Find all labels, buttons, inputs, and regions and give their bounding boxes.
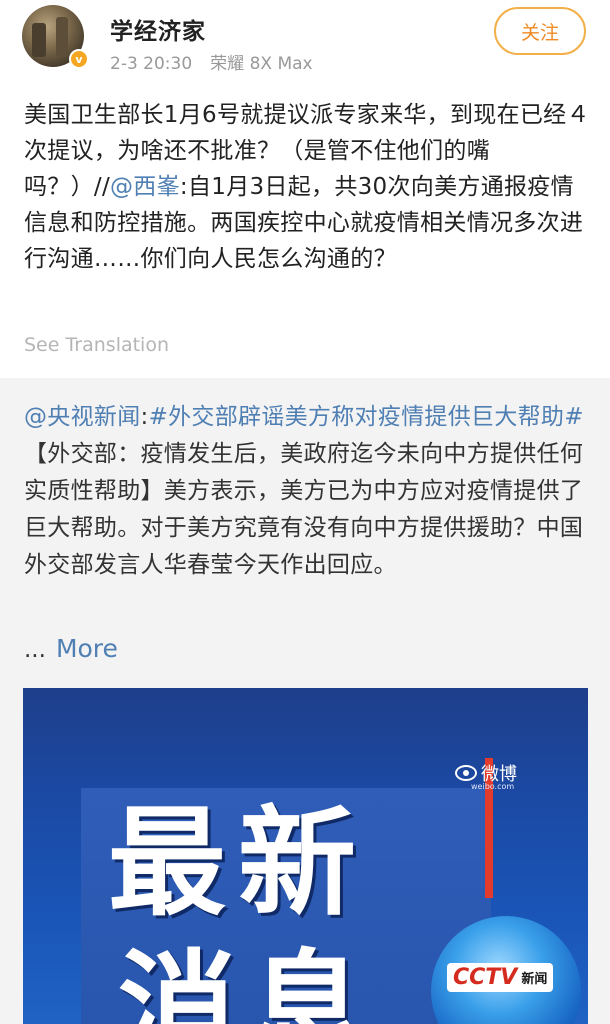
post-device: 荣耀 8X Max	[210, 54, 313, 74]
post-header: v 学经济家 2-3 20:30 荣耀 8X Max 关注	[0, 0, 610, 80]
cctv-label: CCTV	[453, 965, 518, 990]
post-time: 2-3 20:30	[110, 54, 193, 74]
mention-link[interactable]: @西峯	[110, 174, 180, 200]
post-text: 美国卫生部长1月6号就提议派专家来华，到现在已经４次提议，为啥还不批准？（是管不…	[24, 97, 590, 277]
weibo-sub-label: weibo.com	[471, 782, 515, 791]
follow-button[interactable]: 关注	[494, 7, 586, 55]
see-translation-link[interactable]: See Translation	[24, 334, 169, 356]
more-link[interactable]: More	[56, 634, 118, 663]
repost-body: 【外交部：疫情发生后，美政府迄今未向中方提供任何实质性帮助】美方表示，美方已为中…	[24, 441, 584, 578]
repost-colon: :	[140, 404, 149, 430]
verified-badge-icon: v	[69, 49, 89, 69]
headline-line1: 最新	[108, 794, 369, 932]
news-image[interactable]: 微博 weibo.com 最新 消息 CCTV 新闻	[23, 688, 588, 1024]
author-name[interactable]: 学经济家	[110, 12, 206, 46]
weibo-logo-icon	[455, 765, 477, 781]
more-line: ... More	[24, 634, 118, 663]
cctv-logo: CCTV 新闻	[447, 963, 554, 992]
headline-line2: 消息	[118, 938, 379, 1024]
repost-block[interactable]: @央视新闻:#外交部辟谣美方称对疫情提供巨大帮助# 【外交部：疫情发生后，美政府迄…	[0, 378, 610, 1024]
repost-text: @央视新闻:#外交部辟谣美方称对疫情提供巨大帮助# 【外交部：疫情发生后，美政府迄…	[24, 399, 590, 584]
hashtag-link[interactable]: #外交部辟谣美方称对疫情提供巨大帮助#	[149, 404, 584, 430]
repost-source-link[interactable]: @央视新闻	[24, 404, 141, 430]
post-meta: 2-3 20:30 荣耀 8X Max	[110, 49, 313, 74]
ellipsis: ...	[24, 637, 46, 663]
cctv-news-label: 新闻	[521, 968, 548, 987]
